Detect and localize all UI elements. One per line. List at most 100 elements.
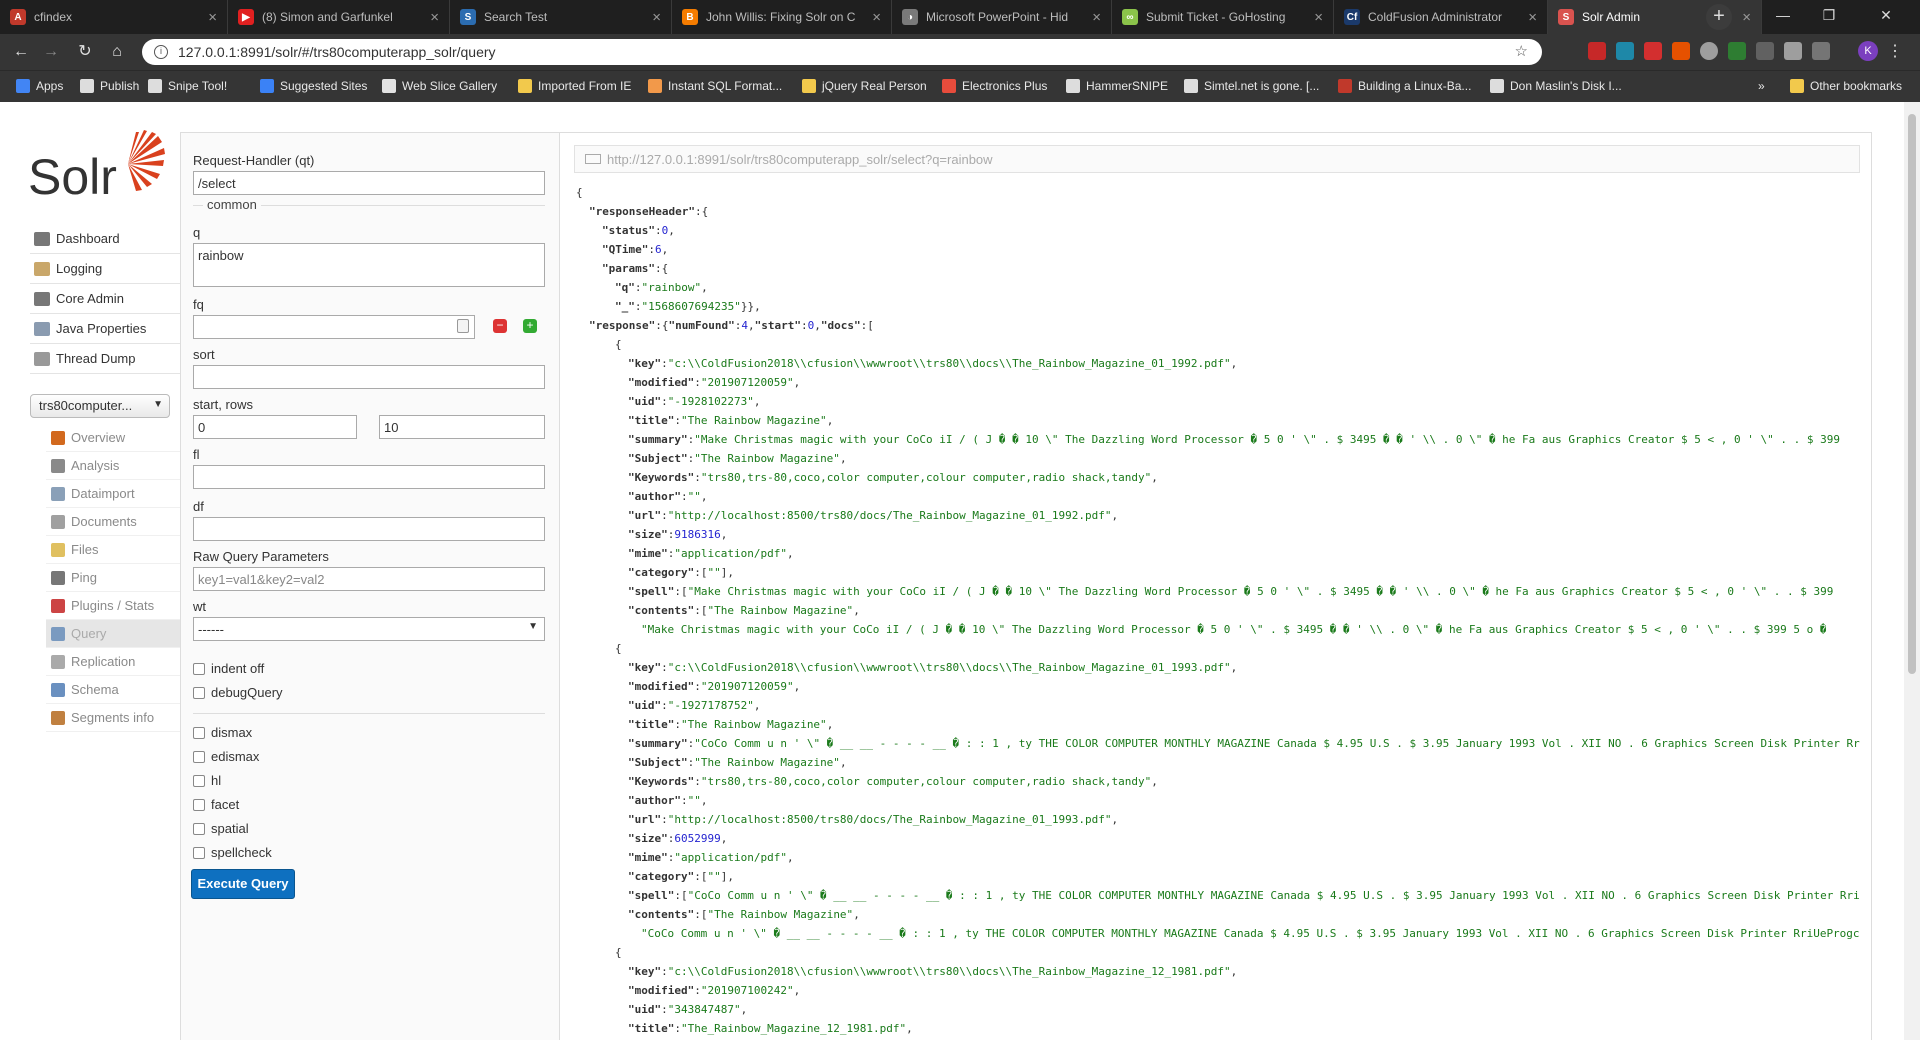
- fq-expand-icon[interactable]: [457, 319, 469, 333]
- bookmark-item[interactable]: Web Slice Gallery: [382, 79, 497, 93]
- page-scrollbar[interactable]: [1904, 102, 1920, 1040]
- hl-checkbox[interactable]: hl: [193, 773, 221, 788]
- request-url-link[interactable]: http://127.0.0.1:8991/solr/trs80computer…: [574, 145, 1860, 173]
- address-bar[interactable]: i 127.0.0.1:8991/solr/#/trs80computerapp…: [142, 39, 1542, 65]
- fq-input[interactable]: [193, 315, 475, 339]
- wt-select[interactable]: ------ ▼: [193, 617, 545, 641]
- close-tab-icon[interactable]: ×: [1528, 9, 1537, 26]
- add-fq-icon[interactable]: +: [523, 319, 537, 333]
- forward-icon[interactable]: →: [40, 41, 62, 63]
- bookmark-item[interactable]: Suggested Sites: [260, 79, 367, 93]
- extension-icon[interactable]: [1700, 42, 1718, 60]
- core-menu-item[interactable]: Files: [46, 536, 180, 564]
- sort-input[interactable]: [193, 365, 545, 389]
- back-icon[interactable]: ←: [10, 41, 32, 63]
- new-tab-button[interactable]: +: [1706, 4, 1732, 30]
- indent-off-checkbox[interactable]: indent off: [193, 661, 264, 676]
- profile-avatar[interactable]: K: [1858, 41, 1878, 61]
- close-tab-icon[interactable]: ×: [872, 9, 881, 26]
- close-window-button[interactable]: ✕: [1852, 0, 1920, 32]
- rows-input[interactable]: 10: [379, 415, 545, 439]
- spatial-checkbox[interactable]: spatial: [193, 821, 249, 836]
- bookmark-item[interactable]: Don Maslin's Disk I...: [1490, 79, 1622, 93]
- fl-input[interactable]: [193, 465, 545, 489]
- close-tab-icon[interactable]: ×: [208, 9, 217, 26]
- close-tab-icon[interactable]: ×: [1314, 9, 1323, 26]
- tab-item[interactable]: ◑ Microsoft PowerPoint - Hid ×: [892, 0, 1112, 34]
- bookmark-item[interactable]: HammerSNIPE: [1066, 79, 1168, 93]
- debugquery-checkbox[interactable]: debugQuery: [193, 685, 283, 700]
- q-textarea[interactable]: rainbow: [193, 243, 545, 287]
- reload-icon[interactable]: ↻: [74, 41, 96, 63]
- bookmark-item[interactable]: Building a Linux-Ba...: [1338, 79, 1471, 93]
- extension-icon[interactable]: [1588, 42, 1606, 60]
- tab-item[interactable]: ∞ Submit Ticket - GoHosting ×: [1112, 0, 1334, 34]
- nav-logging[interactable]: Logging: [30, 254, 180, 284]
- scrollbar-thumb[interactable]: [1908, 114, 1916, 674]
- other-bookmarks-folder[interactable]: Other bookmarks: [1790, 79, 1902, 93]
- json-token: 6: [654, 243, 662, 256]
- json-token: "The Rainbow Magazine": [680, 718, 827, 731]
- core-menu-item[interactable]: Plugins / Stats: [46, 592, 180, 620]
- tab-item[interactable]: ▶ (8) Simon and Garfunkel ×: [228, 0, 450, 34]
- close-tab-icon[interactable]: ×: [1092, 9, 1101, 26]
- spellcheck-checkbox[interactable]: spellcheck: [193, 845, 272, 860]
- bookmark-item[interactable]: Simtel.net is gone. [...: [1184, 79, 1319, 93]
- minimize-button[interactable]: —: [1760, 0, 1806, 32]
- dismax-checkbox[interactable]: dismax: [193, 725, 252, 740]
- extension-icon[interactable]: [1728, 42, 1746, 60]
- solr-logo[interactable]: Solr: [28, 130, 168, 205]
- core-menu-item[interactable]: Query: [46, 620, 180, 648]
- bookmark-star-icon[interactable]: ☆: [1515, 42, 1528, 60]
- tab-item[interactable]: B John Willis: Fixing Solr on C ×: [672, 0, 892, 34]
- qt-input[interactable]: /select: [193, 171, 545, 195]
- core-menu-item[interactable]: Schema: [46, 676, 180, 704]
- close-tab-icon[interactable]: ×: [652, 9, 661, 26]
- bookmark-item[interactable]: Apps: [16, 79, 63, 93]
- bookmark-item[interactable]: Snipe Tool!: [148, 79, 227, 93]
- site-info-icon[interactable]: i: [154, 45, 168, 59]
- core-menu-item[interactable]: Documents: [46, 508, 180, 536]
- edismax-checkbox[interactable]: edismax: [193, 749, 259, 764]
- restore-button[interactable]: ❐: [1806, 0, 1852, 32]
- tab-item[interactable]: S Search Test ×: [450, 0, 672, 34]
- start-input[interactable]: 0: [193, 415, 357, 439]
- bookmark-item[interactable]: Instant SQL Format...: [648, 79, 782, 93]
- extension-icon[interactable]: [1812, 42, 1830, 60]
- core-menu-item[interactable]: Analysis: [46, 452, 180, 480]
- close-tab-icon[interactable]: ×: [1742, 9, 1751, 26]
- menu-icon[interactable]: ⋮: [1884, 41, 1906, 63]
- core-menu-item[interactable]: Overview: [46, 424, 180, 452]
- nav-dashboard[interactable]: Dashboard: [30, 224, 180, 254]
- home-icon[interactable]: ⌂: [106, 41, 128, 63]
- facet-checkbox[interactable]: facet: [193, 797, 239, 812]
- execute-query-button[interactable]: Execute Query: [191, 869, 295, 899]
- json-line: "spell":["Make Christmas magic with your…: [576, 582, 1866, 601]
- core-menu-item[interactable]: Replication: [46, 648, 180, 676]
- core-menu-item[interactable]: Segments info: [46, 704, 180, 732]
- json-token: "trs80,trs-80,coco,color computer,colour…: [700, 775, 1152, 788]
- bookmark-item[interactable]: Electronics Plus: [942, 79, 1047, 93]
- close-tab-icon[interactable]: ×: [430, 9, 439, 26]
- nav-core-admin[interactable]: Core Admin: [30, 284, 180, 314]
- extension-icon[interactable]: [1616, 42, 1634, 60]
- core-menu-item[interactable]: Dataimport: [46, 480, 180, 508]
- raw-params-input[interactable]: key1=val1&key2=val2: [193, 567, 545, 591]
- remove-fq-icon[interactable]: −: [493, 319, 507, 333]
- core-selector[interactable]: trs80computer... ▼: [30, 394, 170, 418]
- tab-item[interactable]: Cf ColdFusion Administrator ×: [1334, 0, 1548, 34]
- nav-thread-dump[interactable]: Thread Dump: [30, 344, 180, 374]
- extension-icon[interactable]: [1644, 42, 1662, 60]
- df-input[interactable]: [193, 517, 545, 541]
- bookmark-item[interactable]: Publish: [80, 79, 139, 93]
- json-token: "author": [628, 794, 681, 807]
- extension-icon[interactable]: [1756, 42, 1774, 60]
- tab-item[interactable]: Acfindex ×: [0, 0, 228, 34]
- core-menu-item[interactable]: Ping: [46, 564, 180, 592]
- bookmark-item[interactable]: Imported From IE: [518, 79, 631, 93]
- bookmarks-overflow-button[interactable]: »: [1758, 79, 1765, 93]
- extension-icon[interactable]: [1784, 42, 1802, 60]
- nav-java-properties[interactable]: Java Properties: [30, 314, 180, 344]
- bookmark-item[interactable]: jQuery Real Person: [802, 79, 927, 93]
- extension-icon[interactable]: [1672, 42, 1690, 60]
